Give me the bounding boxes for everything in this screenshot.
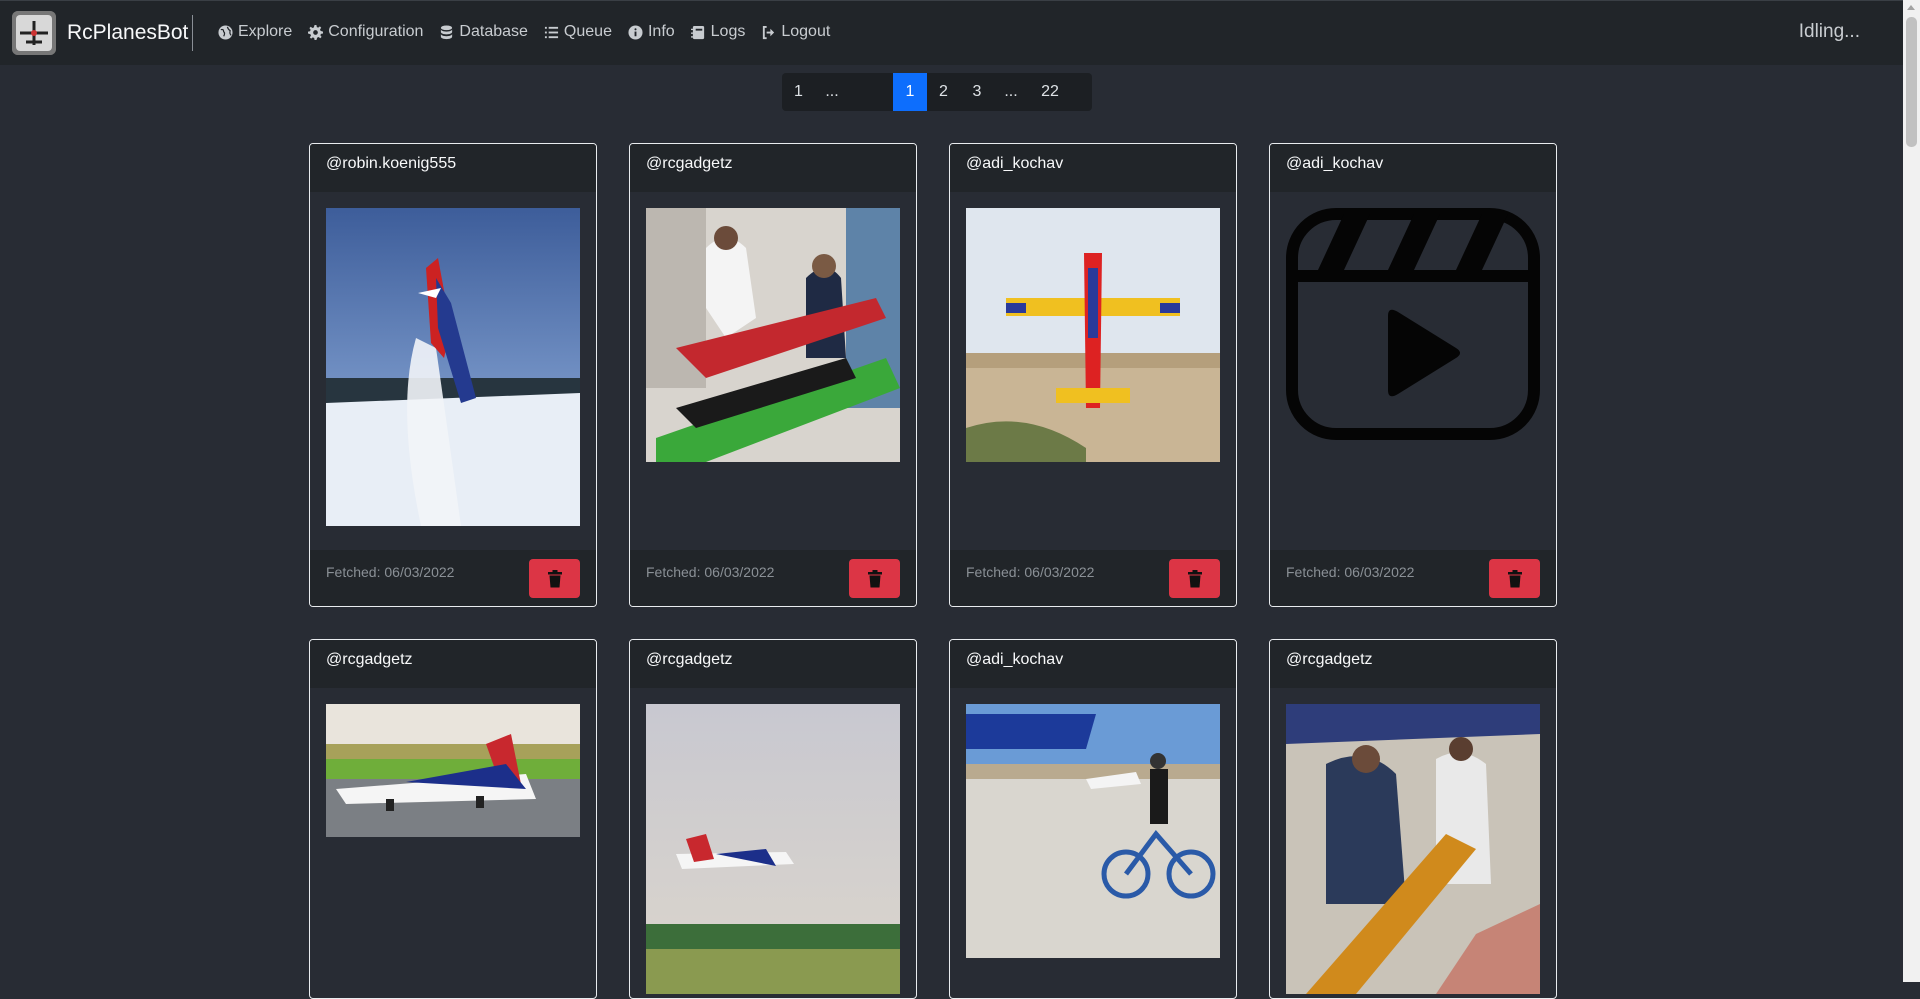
scrollbar-thumb[interactable] bbox=[1906, 17, 1917, 147]
card-footer: Fetched: 06/03/2022 bbox=[950, 550, 1236, 606]
logout-icon bbox=[763, 25, 775, 39]
gear-icon bbox=[308, 24, 324, 40]
nav-links: Explore Configuration Database Queue Inf… bbox=[218, 23, 830, 41]
post-card: @adi_kochav Fetched: 06/03/2022 bbox=[1269, 143, 1557, 607]
post-image[interactable] bbox=[966, 208, 1220, 462]
pagination-gap bbox=[849, 73, 893, 111]
post-image[interactable] bbox=[1286, 704, 1540, 994]
card-media bbox=[1270, 688, 1556, 998]
post-card: @rcgadgetz bbox=[1269, 639, 1557, 999]
card-media bbox=[950, 192, 1236, 478]
card-username: @robin.koenig555 bbox=[310, 144, 596, 192]
nav-item-database[interactable]: Database bbox=[439, 23, 528, 41]
nav-item-label: Explore bbox=[238, 23, 293, 40]
nav-item-label: Logout bbox=[781, 23, 831, 40]
card-username: @adi_kochav bbox=[1270, 144, 1556, 192]
nav-item-logs[interactable]: Logs bbox=[690, 23, 746, 41]
delete-button[interactable] bbox=[1169, 559, 1220, 598]
post-image[interactable] bbox=[326, 208, 580, 526]
fetched-date: Fetched: 06/03/2022 bbox=[1286, 564, 1415, 580]
card-media bbox=[950, 688, 1236, 974]
card-footer: Fetched: 06/03/2022 bbox=[310, 550, 596, 606]
card-username: @rcgadgetz bbox=[630, 640, 916, 688]
delete-button[interactable] bbox=[1489, 559, 1540, 598]
fetched-date: Fetched: 06/03/2022 bbox=[966, 564, 1095, 580]
notebook-icon bbox=[690, 25, 704, 39]
card-username: @rcgadgetz bbox=[630, 144, 916, 192]
trash-icon bbox=[547, 569, 562, 587]
post-card: @rcgadgetz bbox=[309, 639, 597, 999]
card-username: @adi_kochav bbox=[950, 144, 1236, 192]
nav-item-info[interactable]: Info bbox=[628, 23, 675, 41]
post-card: @rcgadgetz bbox=[629, 639, 917, 999]
list-icon bbox=[544, 26, 558, 38]
bot-status-text: Idling... bbox=[1798, 21, 1860, 42]
page-ellipsis: ... bbox=[1004, 83, 1018, 100]
page-ellipsis: ... bbox=[825, 83, 839, 100]
fetched-date: Fetched: 06/03/2022 bbox=[646, 564, 775, 580]
scroll-up-arrow-icon[interactable] bbox=[1907, 5, 1915, 10]
card-media bbox=[630, 688, 916, 998]
card-media bbox=[630, 192, 916, 478]
rc-plane-logo-icon[interactable] bbox=[12, 11, 56, 55]
nav-item-label: Database bbox=[459, 23, 528, 40]
card-username: @rcgadgetz bbox=[310, 640, 596, 688]
card-username: @adi_kochav bbox=[950, 640, 1236, 688]
post-image[interactable] bbox=[646, 208, 900, 462]
nav-item-logout[interactable]: Logout bbox=[761, 23, 830, 41]
page-scrollbar[interactable] bbox=[1903, 0, 1920, 982]
post-image[interactable] bbox=[326, 704, 580, 837]
trash-icon bbox=[1507, 569, 1522, 587]
trash-icon bbox=[867, 569, 882, 587]
nav-item-label: Queue bbox=[563, 23, 612, 40]
card-media bbox=[1270, 192, 1556, 456]
post-card: @robin.koenig555 Fetched: 06/03/2022 bbox=[309, 143, 597, 607]
database-icon bbox=[441, 24, 453, 39]
top-navbar: RcPlanesBot Explore Configuration Databa… bbox=[0, 0, 1920, 65]
delete-button[interactable] bbox=[849, 559, 900, 598]
nav-item-configuration[interactable]: Configuration bbox=[308, 23, 423, 41]
nav-item-label: Configuration bbox=[328, 23, 424, 40]
page-3[interactable]: 3 bbox=[960, 73, 994, 111]
page-last[interactable]: 22 bbox=[1028, 73, 1072, 111]
page-current[interactable]: 1 bbox=[893, 73, 927, 111]
card-footer: Fetched: 06/03/2022 bbox=[630, 550, 916, 606]
brand-name[interactable]: RcPlanesBot bbox=[67, 21, 188, 45]
post-image[interactable] bbox=[646, 704, 900, 994]
page-2[interactable]: 2 bbox=[927, 73, 960, 111]
post-card: @rcgadgetz Fetched: 06/03/2022 bbox=[629, 143, 917, 607]
info-circle-icon bbox=[628, 24, 643, 40]
nav-item-label: Info bbox=[647, 23, 675, 40]
card-username: @rcgadgetz bbox=[1270, 640, 1556, 688]
nav-item-queue[interactable]: Queue bbox=[544, 23, 612, 41]
post-card: @adi_kochav Fetched: 06/03/2022 bbox=[949, 143, 1237, 607]
post-card: @adi_kochav bbox=[949, 639, 1237, 999]
nav-divider bbox=[192, 15, 193, 51]
pagination: 1 ... 1 2 3 ... 22 bbox=[782, 73, 1092, 111]
card-media bbox=[310, 192, 596, 542]
delete-button[interactable] bbox=[529, 559, 580, 598]
fetched-date: Fetched: 06/03/2022 bbox=[326, 564, 455, 580]
trash-icon bbox=[1187, 569, 1202, 587]
nav-item-label: Logs bbox=[710, 23, 746, 40]
card-footer: Fetched: 06/03/2022 bbox=[1270, 550, 1556, 606]
nav-item-explore[interactable]: Explore bbox=[218, 23, 292, 41]
page-first[interactable]: 1 bbox=[782, 73, 815, 111]
card-media bbox=[310, 688, 596, 853]
globe-icon bbox=[218, 24, 233, 40]
post-image[interactable] bbox=[966, 704, 1220, 958]
video-clapperboard-icon[interactable] bbox=[1286, 208, 1540, 440]
